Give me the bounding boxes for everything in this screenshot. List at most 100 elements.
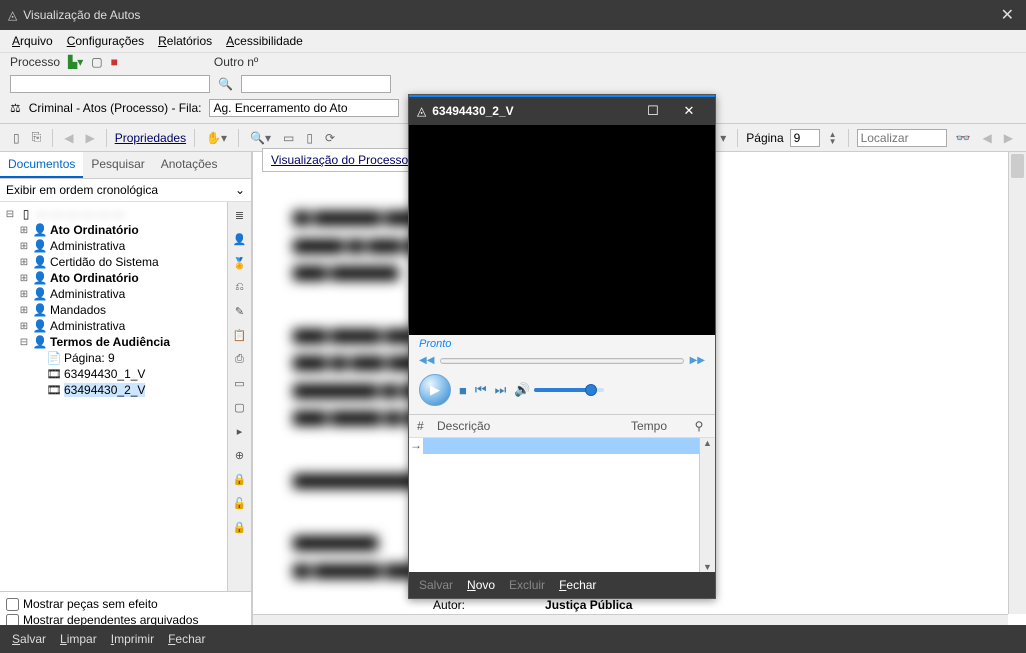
vscrollbar[interactable]	[1008, 152, 1026, 614]
volume-slider[interactable]	[534, 388, 604, 392]
tree-file-selected[interactable]: 63494430_2_V	[64, 383, 145, 397]
media-novo[interactable]: Novo	[467, 578, 495, 592]
side-btn-5[interactable]: ✎	[231, 302, 249, 320]
tab-pesquisar[interactable]: Pesquisar	[83, 152, 152, 178]
media-fechar[interactable]: Fechar	[559, 578, 596, 592]
zoom-icon[interactable]: 🔍▾	[247, 129, 274, 147]
binoculars-icon[interactable]: 👓	[953, 129, 974, 147]
tab-documentos[interactable]: Documentos	[0, 152, 83, 178]
tree-item[interactable]: Ato Ordinatório	[50, 271, 139, 285]
fit-page-icon[interactable]: ▯	[303, 129, 316, 147]
tree-expand-icon[interactable]: ⊞	[18, 305, 30, 316]
tree-expand-icon[interactable]: ⊞	[18, 289, 30, 300]
seek-track[interactable]	[440, 358, 683, 364]
volume-icon[interactable]: 🔊	[514, 382, 530, 398]
side-btn-1[interactable]: ≣	[231, 206, 249, 224]
prev-button[interactable]: ⏮	[475, 382, 487, 398]
propriedades-link[interactable]: Propriedades	[115, 131, 186, 145]
visualizacao-processo-tab[interactable]: Visualização do Processo	[262, 148, 417, 172]
tree-item[interactable]: Ato Ordinatório	[50, 223, 139, 237]
side-btn-9[interactable]: ▢	[231, 398, 249, 416]
menu-arquivo[interactable]: Arquivo	[12, 34, 53, 48]
unlock-icon[interactable]: 🔓	[231, 494, 249, 512]
chevron-down-icon[interactable]: ⌄	[235, 183, 245, 197]
tree-collapse-icon[interactable]: ⊟	[18, 337, 30, 348]
folder-icon: 👤	[32, 239, 48, 253]
check-pecas-box[interactable]	[6, 598, 19, 611]
media-icon: 🎞	[46, 367, 62, 381]
dropdown-icon[interactable]: ▾	[717, 129, 729, 147]
nav-prev-icon[interactable]: ◀	[61, 129, 76, 147]
status-limpar[interactable]: Limpar	[60, 632, 97, 646]
outro-input[interactable]	[241, 75, 391, 93]
side-btn-4[interactable]: ⎌	[231, 278, 249, 296]
tree-file[interactable]: 63494430_1_V	[64, 367, 145, 381]
side-btn-7[interactable]: ⎙	[231, 350, 249, 368]
tree-root[interactable]: — — — — — —	[36, 207, 125, 221]
side-btn-11[interactable]: ⊕	[231, 446, 249, 464]
search-icon[interactable]: 🔍	[218, 77, 233, 91]
tree-item[interactable]: Termos de Audiência	[50, 335, 170, 349]
col-num: #	[417, 419, 437, 433]
find-prev-icon[interactable]: ◀	[980, 129, 995, 147]
status-salvar[interactable]: Salvar	[12, 632, 46, 646]
menu-relatorios[interactable]: Relatórios	[158, 34, 212, 48]
tree-expand-icon[interactable]: ⊞	[18, 273, 30, 284]
check-pecas[interactable]: Mostrar peças sem efeito	[6, 596, 245, 612]
pagina-step-icon[interactable]: ▲▼	[826, 129, 840, 147]
nav-next-icon[interactable]: ▶	[82, 129, 97, 147]
media-maximize-button[interactable]: ☐	[635, 103, 671, 119]
tree-page[interactable]: Página: 9	[64, 351, 115, 365]
tree-collapse-icon[interactable]: ⊟	[4, 209, 16, 220]
fila-input[interactable]	[209, 99, 399, 117]
media-close-button[interactable]: ✕	[671, 103, 707, 119]
side-btn-10[interactable]: ▸	[231, 422, 249, 440]
side-btn-3[interactable]: 🏅	[231, 254, 249, 272]
list-row-selected[interactable]	[423, 438, 699, 454]
lock2-icon[interactable]: 🔒	[231, 518, 249, 536]
doc-green-icon[interactable]: ▙▾	[68, 55, 83, 69]
seek-back-icon[interactable]: ◀◀	[419, 355, 434, 366]
lock-icon[interactable]: 🔒	[231, 470, 249, 488]
tree-expand-icon[interactable]: ⊞	[18, 241, 30, 252]
fit-width-icon[interactable]: ▭	[280, 129, 297, 147]
rotate-icon[interactable]: ⟳	[322, 129, 338, 147]
seek-fwd-icon[interactable]: ▶▶	[690, 355, 705, 366]
tree-item[interactable]: Administrativa	[50, 239, 125, 253]
status-fechar[interactable]: Fechar	[168, 632, 205, 646]
side-btn-6[interactable]: 📋	[231, 326, 249, 344]
hand-icon[interactable]: ✋▾	[203, 129, 230, 147]
order-select[interactable]: Exibir em ordem cronológica	[6, 183, 235, 197]
tree-item[interactable]: Mandados	[50, 303, 106, 317]
tool-doc-icon[interactable]: ▯	[10, 129, 23, 147]
filter-icon[interactable]: ⚲	[691, 419, 707, 433]
status-imprimir[interactable]: Imprimir	[111, 632, 154, 646]
find-next-icon[interactable]: ▶	[1001, 129, 1016, 147]
doc-red-icon[interactable]: ■	[111, 55, 118, 69]
side-btn-2[interactable]: 👤	[231, 230, 249, 248]
tree-expand-icon[interactable]: ⊞	[18, 321, 30, 332]
side-btn-8[interactable]: ▭	[231, 374, 249, 392]
tree-expand-icon[interactable]: ⊞	[18, 257, 30, 268]
tool-copy-icon[interactable]: ⎘	[29, 128, 45, 147]
doc-icon[interactable]: ▢	[91, 55, 102, 69]
menu-configuracoes[interactable]: Configurações	[67, 34, 144, 48]
list-row[interactable]: →	[409, 438, 715, 454]
window-close-button[interactable]: ✕	[997, 5, 1018, 25]
tree-expand-icon[interactable]: ⊞	[18, 225, 30, 236]
tree-item[interactable]: Administrativa	[50, 319, 125, 333]
list-scrollbar[interactable]: ▲ ▼	[699, 438, 715, 578]
pagina-input[interactable]	[790, 129, 820, 147]
tree-item[interactable]: Administrativa	[50, 287, 125, 301]
tab-anotacoes[interactable]: Anotações	[153, 152, 226, 178]
video-area[interactable]	[409, 125, 715, 335]
play-button[interactable]: ▶	[419, 374, 451, 406]
tree-item[interactable]: Certidão do Sistema	[50, 255, 159, 269]
next-button[interactable]: ⏭	[495, 382, 507, 398]
menu-acessibilidade[interactable]: Acessibilidade	[226, 34, 303, 48]
menubar: Arquivo Configurações Relatórios Acessib…	[0, 30, 1026, 53]
stop-button[interactable]: ■	[459, 383, 467, 398]
scroll-up-icon[interactable]: ▲	[700, 438, 715, 454]
localizar-input[interactable]	[857, 129, 947, 147]
processo-input[interactable]	[10, 75, 210, 93]
